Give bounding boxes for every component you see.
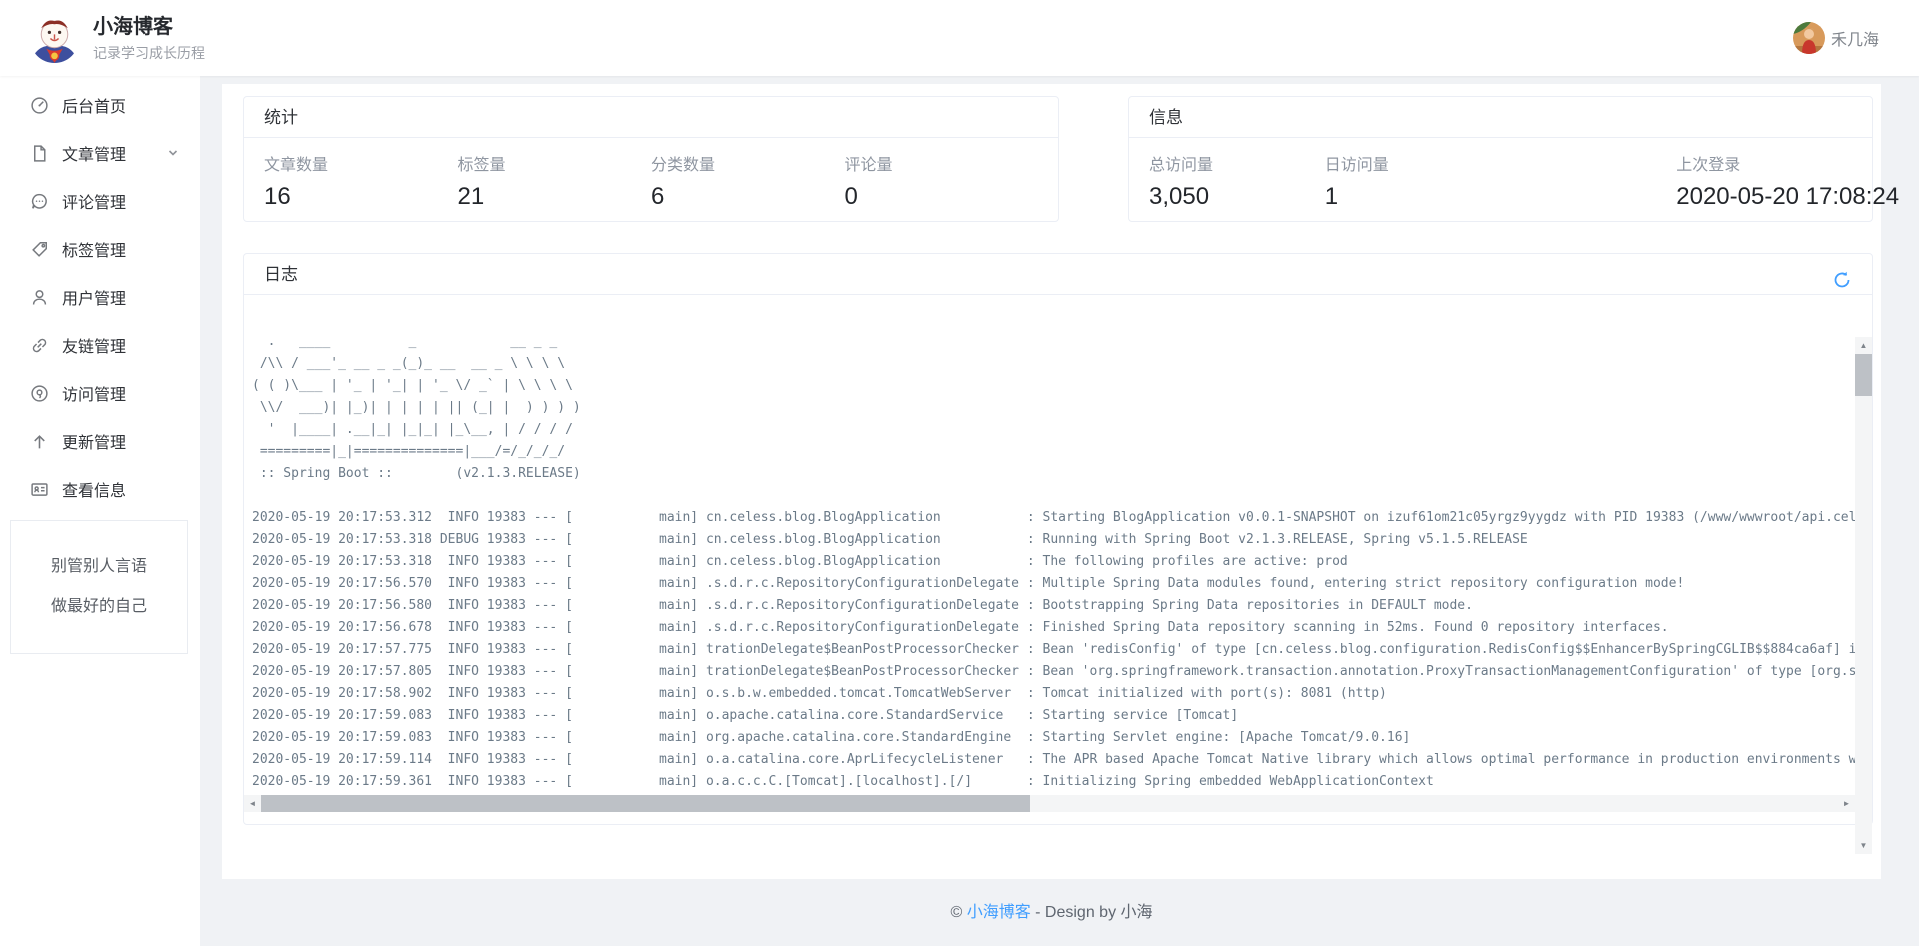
user-menu[interactable]: 禾几海: [1793, 22, 1879, 54]
scroll-up-arrow[interactable]: ▲: [1855, 337, 1872, 354]
scroll-right-arrow[interactable]: ►: [1838, 795, 1855, 812]
motto-line: 做最好的自己: [16, 587, 182, 627]
content-panel: 统计 文章数量 16 标签量 21 分类数量 6: [222, 84, 1881, 879]
chevron-down-icon: [166, 146, 180, 160]
log-lines: 2020-05-19 20:17:53.312 INFO 19383 --- […: [252, 507, 1842, 793]
sidebar-item-update[interactable]: 更新管理: [0, 417, 200, 465]
main-area: 统计 文章数量 16 标签量 21 分类数量 6: [200, 76, 1919, 946]
sidebar-item-label: 更新管理: [62, 429, 126, 453]
blog-mascot-logo: [30, 14, 79, 63]
id-card-icon: [30, 480, 49, 499]
info-card-title: 信息: [1149, 97, 1183, 138]
vertical-scroll-thumb[interactable]: [1855, 354, 1872, 396]
sidebar-item-users[interactable]: 用户管理: [0, 273, 200, 321]
sidebar-item-comments[interactable]: 评论管理: [0, 177, 200, 225]
username: 禾几海: [1831, 26, 1879, 50]
sidebar-item-label: 标签管理: [62, 237, 126, 261]
sidebar-item-links[interactable]: 友链管理: [0, 321, 200, 369]
sidebar-item-label: 后台首页: [62, 93, 126, 117]
app-header: 小海博客 记录学习成长历程 禾几海: [0, 0, 1919, 76]
sidebar-item-label: 文章管理: [62, 141, 126, 165]
stat-total-visits: 总访问量 3,050: [1149, 151, 1325, 211]
stat-tags: 标签量 21: [458, 151, 652, 211]
stat-daily-visits: 日访问量 1: [1325, 151, 1677, 211]
sidebar-item-visits[interactable]: 访问管理: [0, 369, 200, 417]
brand-block: 小海博客 记录学习成长历程: [93, 14, 205, 63]
log-viewport: . ____ _ __ _ _ /\\ / ___'_ __ _ _(_)_ _…: [244, 295, 1872, 795]
sidebar-motto: 别管别人言语 做最好的自己: [10, 520, 188, 654]
motto-line: 别管别人言语: [16, 547, 182, 587]
stats-card-title: 统计: [264, 97, 298, 138]
sidebar-item-label: 访问管理: [62, 381, 126, 405]
app-subtitle: 记录学习成长历程: [93, 43, 205, 63]
comment-icon: [30, 192, 49, 211]
sidebar-item-label: 查看信息: [62, 477, 126, 501]
sidebar-item-label: 评论管理: [62, 189, 126, 213]
user-avatar-illustration: [1793, 22, 1825, 54]
app-title: 小海博客: [93, 14, 205, 40]
sidebar: 后台首页 文章管理 评论管理: [0, 76, 200, 946]
compass-icon: [30, 384, 49, 403]
refresh-icon[interactable]: [1832, 264, 1852, 284]
stats-card: 统计 文章数量 16 标签量 21 分类数量 6: [243, 96, 1059, 222]
spring-boot-banner: . ____ _ __ _ _ /\\ / ___'_ __ _ _(_)_ _…: [252, 331, 1842, 485]
log-body: . ____ _ __ _ _ /\\ / ___'_ __ _ _(_)_ _…: [244, 295, 1872, 812]
log-vertical-scrollbar[interactable]: ▲ ▼: [1855, 337, 1872, 854]
stat-last-login: 上次登录 2020-05-20 17:08:24: [1676, 151, 1852, 211]
sidebar-item-label: 友链管理: [62, 333, 126, 357]
footer-text: - Design by 小海: [1031, 904, 1153, 921]
dashboard-icon: [30, 96, 49, 115]
user-icon: [30, 288, 49, 307]
footer-brand-link[interactable]: 小海博客: [967, 904, 1031, 921]
sidebar-item-articles[interactable]: 文章管理: [0, 129, 200, 177]
sidebar-item-tags[interactable]: 标签管理: [0, 225, 200, 273]
up-arrow-icon: [30, 432, 49, 451]
log-card: 日志 . ____ _ __ _ _ /\\ / ___'_ __ _ _(_)…: [243, 253, 1873, 825]
stat-categories: 分类数量 6: [651, 151, 845, 211]
sidebar-item-dashboard[interactable]: 后台首页: [0, 81, 200, 129]
scroll-down-arrow[interactable]: ▼: [1855, 837, 1872, 854]
document-icon: [30, 144, 49, 163]
scroll-left-arrow[interactable]: ◄: [244, 795, 261, 812]
log-card-header: 日志: [244, 254, 1872, 295]
info-card: 信息 总访问量 3,050 日访问量 1 上次登录 202: [1128, 96, 1873, 222]
log-card-title: 日志: [264, 254, 298, 295]
stat-articles: 文章数量 16: [264, 151, 458, 211]
sidebar-item-label: 用户管理: [62, 285, 126, 309]
horizontal-scroll-thumb[interactable]: [261, 795, 1030, 812]
tag-icon: [30, 240, 49, 259]
stats-card-header: 统计: [244, 97, 1058, 138]
link-icon: [30, 336, 49, 355]
info-card-header: 信息: [1129, 97, 1872, 138]
log-horizontal-scrollbar[interactable]: ◄ ►: [244, 795, 1855, 812]
page-footer: © 小海博客 - Design by 小海: [222, 879, 1881, 922]
copyright-symbol: ©: [950, 904, 966, 921]
stat-comments: 评论量 0: [845, 151, 1039, 211]
sidebar-item-info[interactable]: 查看信息: [0, 465, 200, 513]
